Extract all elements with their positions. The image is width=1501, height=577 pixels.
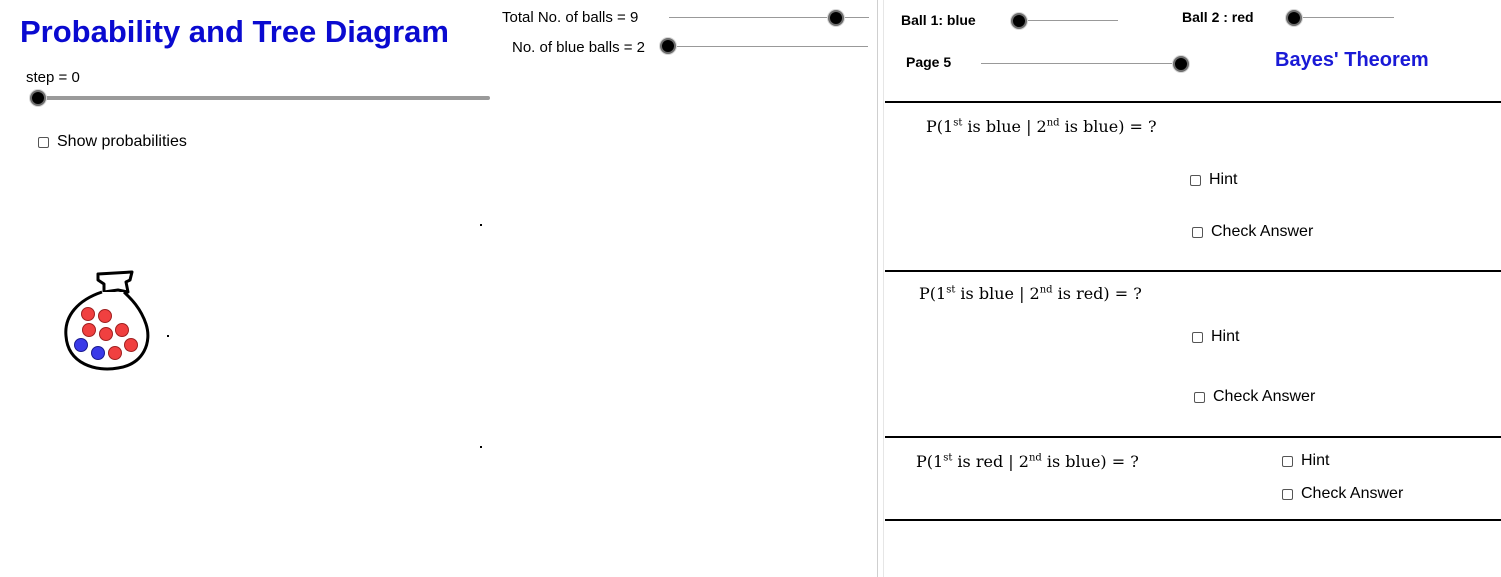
question-2-formula: P(1st is blue | 2nd is red) = ? [919, 284, 1142, 303]
tree-node-point [480, 224, 482, 226]
ball1-label: Ball 1: blue [901, 12, 976, 28]
hint-label: Hint [1211, 328, 1240, 345]
section-divider [885, 101, 1501, 103]
page-title: Probability and Tree Diagram [20, 14, 449, 49]
total-balls-slider-knob[interactable] [828, 10, 844, 26]
panel-divider [883, 0, 884, 577]
ball1-slider-knob[interactable] [1011, 13, 1027, 29]
ball2-slider-knob[interactable] [1286, 10, 1302, 26]
blue-balls-slider-knob[interactable] [660, 38, 676, 54]
section-divider [885, 270, 1501, 272]
ball1-slider-track[interactable] [1017, 20, 1118, 21]
step-slider-track[interactable] [36, 96, 490, 100]
step-slider-knob[interactable] [30, 90, 46, 106]
question-3-check-answer-toggle[interactable]: Check Answer [1282, 485, 1403, 503]
question-2-hint-toggle[interactable]: Hint [1192, 328, 1239, 346]
hint-checkbox[interactable] [1192, 331, 1203, 343]
panel-divider [877, 0, 878, 577]
check-answer-label: Check Answer [1213, 388, 1316, 405]
question-3-formula: P(1st is red | 2nd is blue) = ? [916, 452, 1139, 471]
check-answer-label: Check Answer [1301, 485, 1404, 502]
ball2-label: Ball 2 : red [1182, 9, 1254, 25]
tree-root-point [167, 335, 169, 337]
hint-label: Hint [1209, 171, 1238, 188]
show-probabilities-toggle[interactable]: Show probabilities [38, 133, 187, 151]
step-label: step = 0 [26, 69, 80, 86]
page-label: Page 5 [906, 54, 952, 70]
section-divider [885, 436, 1501, 438]
section-divider [885, 519, 1501, 521]
check-answer-label: Check Answer [1211, 223, 1314, 240]
check-answer-checkbox[interactable] [1194, 391, 1205, 403]
question-2-check-answer-toggle[interactable]: Check Answer [1194, 388, 1315, 406]
hint-checkbox[interactable] [1282, 455, 1293, 467]
blue-balls-label: No. of blue balls = 2 [512, 39, 646, 56]
check-answer-checkbox[interactable] [1192, 226, 1203, 238]
tree-node-point [480, 446, 482, 448]
show-probabilities-checkbox[interactable] [38, 136, 49, 148]
bayes-theorem-heading: Bayes' Theorem [1275, 49, 1429, 71]
show-probabilities-label: Show probabilities [57, 133, 187, 150]
total-balls-label: Total No. of balls = 9 [502, 9, 639, 26]
hint-label: Hint [1301, 452, 1330, 469]
question-1-formula: P(1st is blue | 2nd is blue) = ? [926, 117, 1157, 136]
question-1-hint-toggle[interactable]: Hint [1190, 171, 1237, 189]
ball2-slider-track[interactable] [1294, 17, 1394, 18]
blue-balls-slider-track[interactable] [668, 46, 868, 47]
ball-bag-icon [64, 270, 150, 371]
check-answer-checkbox[interactable] [1282, 488, 1293, 500]
hint-checkbox[interactable] [1190, 174, 1201, 186]
page-slider-knob[interactable] [1173, 56, 1189, 72]
page-slider-track[interactable] [981, 63, 1181, 64]
question-3-hint-toggle[interactable]: Hint [1282, 452, 1329, 470]
question-1-check-answer-toggle[interactable]: Check Answer [1192, 223, 1313, 241]
